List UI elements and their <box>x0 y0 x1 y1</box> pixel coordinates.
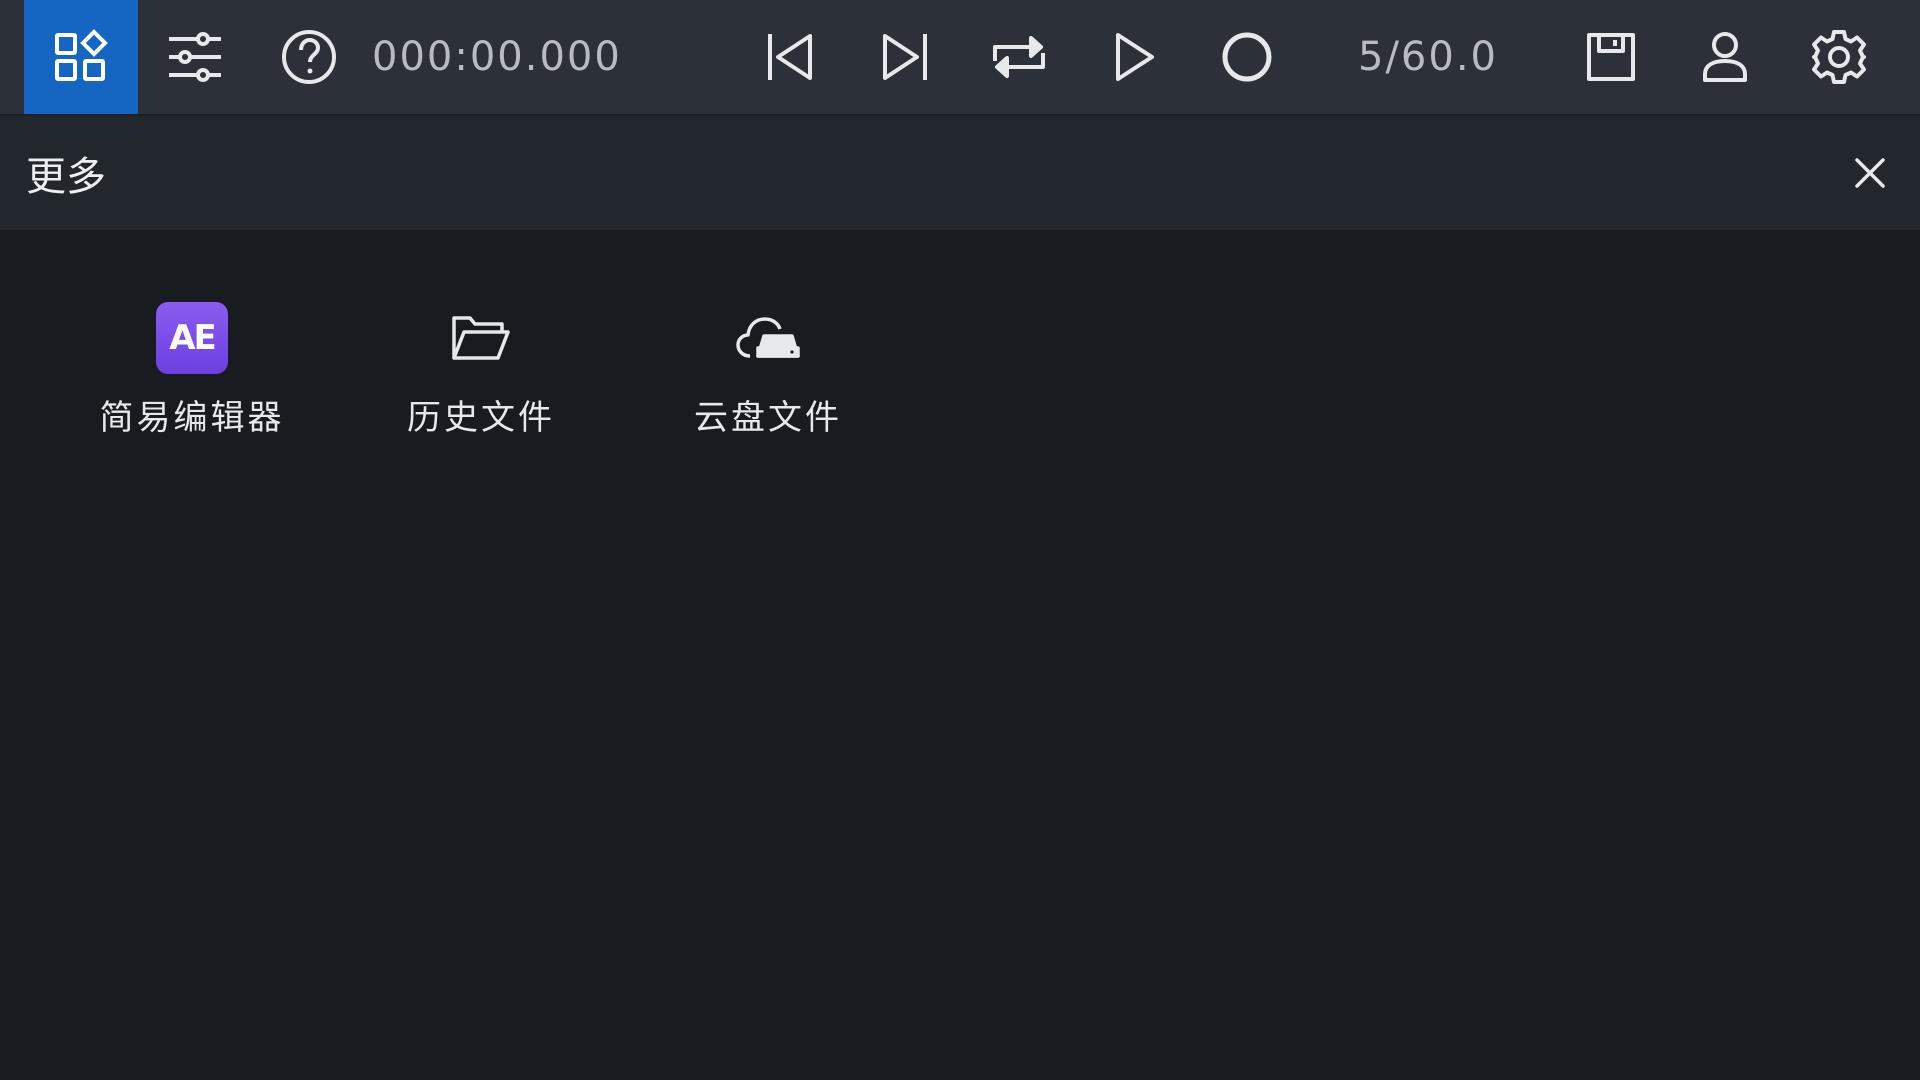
user-icon <box>1703 32 1747 82</box>
close-button[interactable] <box>1840 143 1900 203</box>
record-button[interactable] <box>1190 0 1304 114</box>
top-toolbar: 000:00.000 5/60.0 <box>0 0 1920 116</box>
settings-icon <box>1812 30 1866 84</box>
ae-badge: AE <box>156 302 228 374</box>
app-label: 简易编辑器 <box>99 398 285 438</box>
sliders-icon <box>169 32 221 82</box>
record-icon <box>1222 32 1272 82</box>
more-panel-content: AE 简易编辑器 历史文件 云盘文件 <box>0 230 1920 1080</box>
save-button[interactable] <box>1554 0 1668 114</box>
save-icon <box>1587 33 1635 81</box>
ae-app-icon: AE <box>154 300 230 376</box>
app-simple-editor[interactable]: AE 简易编辑器 <box>77 300 307 450</box>
close-icon <box>1855 158 1885 188</box>
frame-counter: 5/60.0 <box>1358 34 1498 80</box>
app-history-files[interactable]: 历史文件 <box>366 300 596 450</box>
skip-end-icon <box>883 34 927 80</box>
settings-button[interactable] <box>1782 0 1896 114</box>
skip-to-end-button[interactable] <box>848 0 962 114</box>
folder-open-icon <box>443 300 519 376</box>
app-label: 云盘文件 <box>694 398 842 438</box>
play-button[interactable] <box>1077 0 1191 114</box>
apps-button[interactable] <box>24 0 138 114</box>
help-button[interactable] <box>252 0 366 114</box>
more-panel-header: 更多 <box>0 116 1920 230</box>
app-label: 历史文件 <box>407 398 555 438</box>
timecode-display: 000:00.000 <box>372 34 622 80</box>
adjust-button[interactable] <box>138 0 252 114</box>
panel-title: 更多 <box>26 154 106 200</box>
repeat-button[interactable] <box>962 0 1076 114</box>
cloud-drive-icon <box>730 300 806 376</box>
user-button[interactable] <box>1668 0 1782 114</box>
skip-start-icon <box>768 34 812 80</box>
help-icon <box>282 30 336 84</box>
skip-to-start-button[interactable] <box>733 0 847 114</box>
app-cloud-files[interactable]: 云盘文件 <box>653 300 883 450</box>
apps-icon <box>55 29 108 81</box>
play-icon <box>1116 33 1154 81</box>
repeat-icon <box>993 36 1045 78</box>
